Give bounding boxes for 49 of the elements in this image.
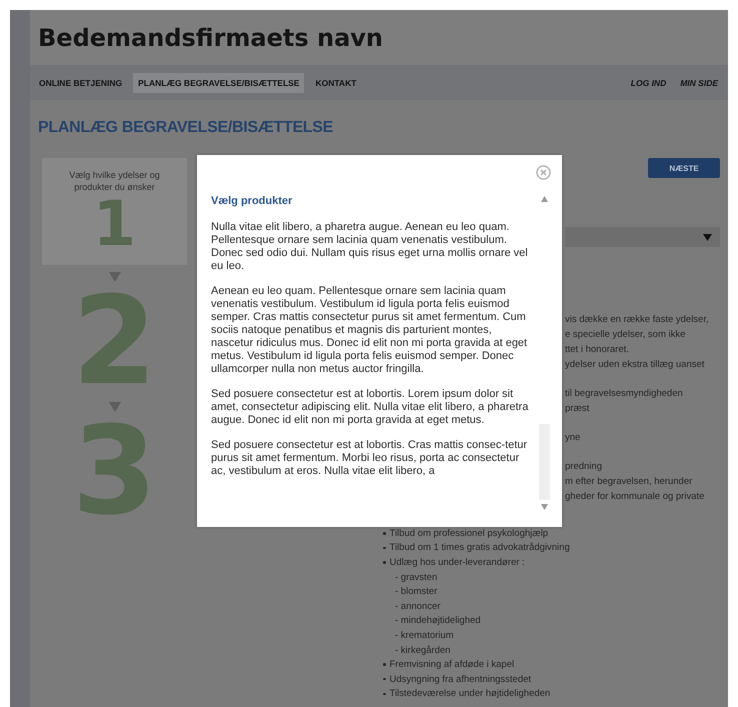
modal-title: Vælg produkter: [211, 195, 294, 207]
arrow-down-icon: [108, 272, 120, 282]
text-line: m efter begravelsen, herunder: [565, 475, 694, 489]
text-line: yne: [565, 431, 582, 445]
list-item: Tilbud om professionel psykologhjælp: [390, 528, 548, 539]
caret-icon: [703, 234, 712, 240]
bullet-icon: [383, 546, 386, 550]
scroll-down-icon[interactable]: [541, 504, 548, 510]
bullet-icon: [383, 678, 386, 680]
page-title: PLANLÆG BEGRAVELSE/BISÆTTELSE: [38, 118, 334, 136]
bullet-icon: [383, 663, 386, 666]
paragraph: Nulla vitae elit libero, a pharetra augue. Aenean eu leo quam. Pellentesque ornare sem lacinia quam venenatis vestibulum. Donec sed odio dui. Nullam quis risus eget urna mollis ornare vel eu leo.: [211, 221, 529, 273]
list-item: - krematorium: [395, 630, 454, 641]
bullet-icon: [383, 692, 386, 696]
paragraph: Sed posuere consectetur est at lobortis. Cras mattis consec-tetur purus sit amet fermentum. Morbi leo risus, porta ac consectetur ac, vestibulum at eros. Nulla vitae elit libero, a: [211, 439, 528, 478]
text-line: predning: [565, 460, 603, 474]
bullet-icon: [383, 561, 386, 564]
list-item: Fremvisning af afdøde i kapel: [390, 659, 514, 670]
list-item: Udsyngning fra afhentningsstedet: [390, 674, 532, 685]
list-item: Tilbud om 1 times gratis advokatrådgivning: [390, 542, 570, 554]
text-line: gheder for kommunale og private: [565, 490, 706, 504]
account-link[interactable]: MIN SIDE: [676, 72, 722, 92]
step-text: Vælg hvilke ydelser og produkter du ønsker: [68, 168, 161, 192]
scroll-up-icon[interactable]: [541, 196, 548, 202]
close-icon[interactable]: [536, 165, 551, 180]
next-button[interactable]: NÆSTE: [648, 158, 720, 178]
text-line: præst: [565, 402, 590, 416]
nav-link[interactable]: ONLINE BETJENING: [34, 72, 128, 92]
text-line: e specielle ydelser, som ikke: [565, 328, 686, 342]
paragraph: Sed posuere consectetur est at lobortis. Lorem ipsum dolor sit amet, consectetur adipiscing elit. Nulla vitae elit libero, a pharetra augue. Donec id elit non mi porta gravida at eget metus.: [211, 388, 529, 427]
list-item: - blomster: [395, 586, 438, 598]
list-item: - kirkegården: [395, 644, 450, 656]
list-item: Udlæg hos under-leverandører :: [390, 556, 525, 568]
arrow-down-icon: [108, 402, 120, 412]
paragraph: Aenean eu leo quam. Pellentesque ornare sem lacinia quam venenatis vestibulum. Vestibulum id ligula porta felis euismod semper. Cras mattis consectetur purus sit amet fermentum. Cum sociis natoque penatibus et magnis dis parturient montes, nascetur ridiculus mus. Donec id elit non mi porta gravida at eget metus. Vestibulum id ligula porta felis euismod semper. Donec ullamcorper nulla non metus auctor fringilla.: [211, 285, 528, 376]
site-title: Bedemandsfirmaets navn: [38, 24, 384, 52]
list-item: Tilstedeværelse under højtideligheden: [390, 688, 550, 700]
list-item: - mindehøjtidelighed: [395, 615, 481, 626]
bullet-icon: [383, 532, 386, 535]
account-link[interactable]: LOG IND: [626, 72, 670, 92]
step-number: 1: [92, 192, 136, 254]
list-item: - annoncer: [395, 600, 440, 612]
text-line: ttet i honoraret.: [565, 343, 630, 357]
text-line: ydelser uden ekstra tillæg uanset: [565, 358, 706, 372]
text-line: til begravelsesmyndigheden: [565, 387, 684, 401]
text-line: vis dække en række faste ydelser,: [565, 313, 710, 327]
nav-link[interactable]: KONTAKT: [310, 72, 362, 92]
nav-link[interactable]: PLANLÆG BEGRAVELSE/BISÆTTELSE: [133, 72, 304, 92]
list-item: - gravsten: [395, 572, 438, 583]
